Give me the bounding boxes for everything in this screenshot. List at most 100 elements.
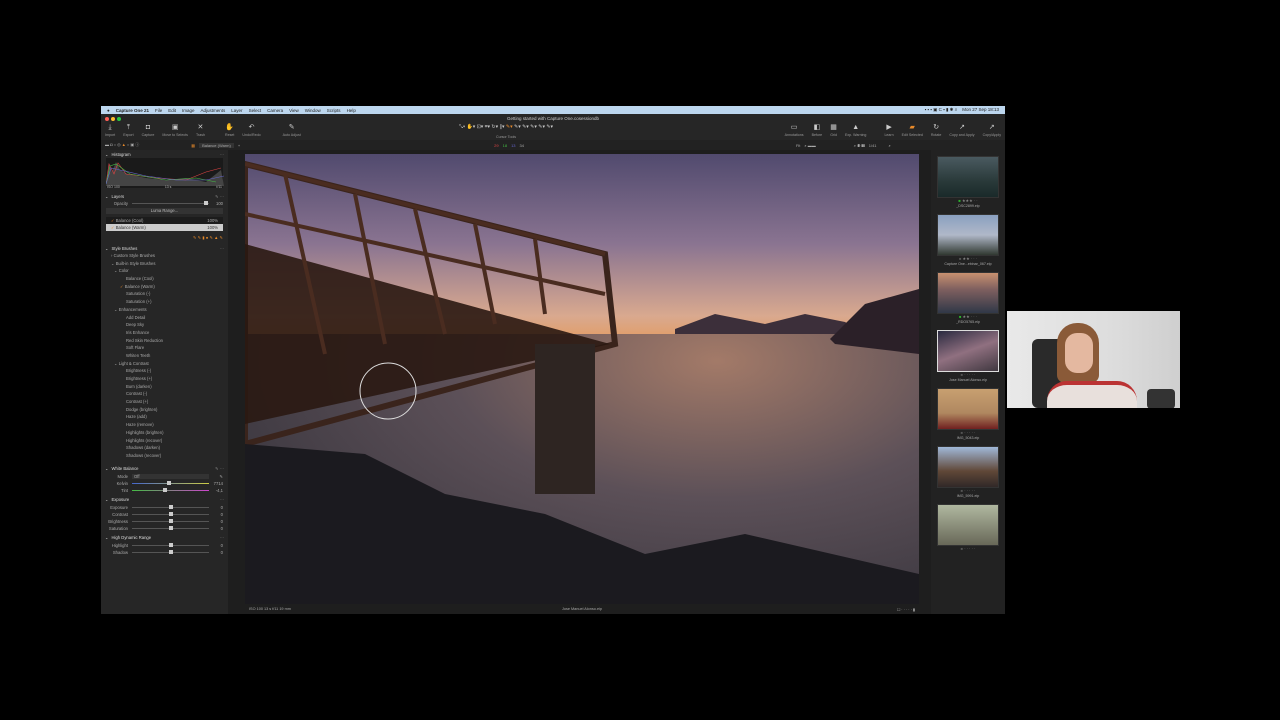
- brush-item[interactable]: Add Detail: [111, 314, 228, 322]
- layer-select[interactable]: Balance (Warm): [199, 142, 234, 148]
- edit-selected-button[interactable]: ▰ Edit Selected: [902, 124, 923, 137]
- brush-item[interactable]: Deep Sky: [111, 321, 228, 329]
- apple-icon[interactable]: ●: [107, 108, 110, 113]
- brush-item[interactable]: Shadows (darken): [111, 444, 228, 452]
- brush-item[interactable]: Highlights (recover): [111, 437, 228, 445]
- brush-group[interactable]: ⌄ Color: [111, 267, 228, 275]
- thumbnail[interactable]: ■ · · · · ·: [937, 504, 999, 552]
- adjustment-slider[interactable]: [132, 525, 209, 530]
- picker-icon[interactable]: ✎: [209, 474, 223, 479]
- import-button[interactable]: ⤓ Import: [105, 124, 115, 137]
- move-to-selects-button[interactable]: ▣ Move to Selects: [162, 124, 188, 137]
- slider-value[interactable]: 0: [209, 505, 223, 510]
- search-icon[interactable]: ⌕: [889, 143, 891, 148]
- viewer-controls[interactable]: ⌕ ◉ ❚❚: [854, 143, 865, 148]
- menu-scripts[interactable]: Scripts: [327, 108, 341, 113]
- kelvin-slider[interactable]: [132, 480, 209, 485]
- thumbnail-image[interactable]: [937, 214, 999, 256]
- menu-adjustments[interactable]: Adjustments: [201, 108, 226, 113]
- brush-group[interactable]: ⌄ Light & Contrast: [111, 360, 228, 368]
- slider-value[interactable]: 0: [209, 526, 223, 531]
- brush-item[interactable]: Contrast (-): [111, 390, 228, 398]
- brush-item[interactable]: Soft Flare: [111, 344, 228, 352]
- layer-tools[interactable]: ✎ ✎ ▮ ● ✎ ▲ ✎: [101, 234, 228, 241]
- thumbnail-image[interactable]: [937, 388, 999, 430]
- rating[interactable]: ■ · · · · ·: [937, 546, 999, 552]
- thumbnail[interactable]: ■ · · · · · IMG_5991.eip: [937, 446, 999, 498]
- menu-camera[interactable]: Camera: [267, 108, 283, 113]
- adjustment-slider[interactable]: [132, 542, 209, 547]
- brush-item[interactable]: Dodge (brighten): [111, 406, 228, 414]
- menu-view[interactable]: View: [289, 108, 299, 113]
- brush-group[interactable]: ⌄ Enhancements: [111, 306, 228, 314]
- zoom-slider[interactable]: ⌕ ▬▬: [804, 143, 815, 148]
- adjustment-slider[interactable]: [132, 549, 209, 554]
- annotations-button[interactable]: ▭ Annotations: [785, 124, 804, 137]
- adjustment-slider[interactable]: [132, 504, 209, 509]
- menu-layer[interactable]: Layer: [231, 108, 242, 113]
- brush-item[interactable]: Brightness (+): [111, 375, 228, 383]
- kelvin-value[interactable]: 7714: [209, 481, 223, 486]
- opacity-value[interactable]: 100: [209, 201, 223, 206]
- auto-adjust-button[interactable]: ✎ Auto Adjust: [283, 124, 301, 137]
- exp-warning-button[interactable]: ▲ Exp. Warning: [845, 124, 866, 137]
- brush-item[interactable]: Brightness (-): [111, 367, 228, 375]
- menu-help[interactable]: Help: [347, 108, 356, 113]
- brush-item[interactable]: ✓ Balance (Warm): [111, 283, 228, 291]
- brush-item[interactable]: Saturation (-): [111, 290, 228, 298]
- builtin-style-brushes[interactable]: ⌄ Built-in Style Brushes: [111, 260, 228, 268]
- brush-item[interactable]: Burn (darken): [111, 383, 228, 391]
- slider-value[interactable]: 0: [209, 543, 223, 548]
- brush-item[interactable]: Iris Enhance: [111, 329, 228, 337]
- export-button[interactable]: ⤒ Export: [123, 124, 133, 137]
- opacity-slider[interactable]: [132, 201, 209, 205]
- image-viewer[interactable]: [245, 154, 919, 604]
- thumbnail-image[interactable]: [937, 156, 999, 198]
- rotate-button[interactable]: ↻ Rotate: [931, 124, 942, 137]
- brush-item[interactable]: Contrast (+): [111, 398, 228, 406]
- thumbnail-image[interactable]: [937, 330, 999, 372]
- luma-range-button[interactable]: Luma Range...: [106, 208, 223, 214]
- tint-value[interactable]: -4,1: [209, 488, 223, 493]
- copy-apply2-button[interactable]: ↗ Copy/Apply: [983, 124, 1001, 137]
- thumbnail-image[interactable]: [937, 272, 999, 314]
- wb-mode-select[interactable]: Off: [132, 473, 209, 479]
- brush-item[interactable]: Highlights (brighten): [111, 429, 228, 437]
- thumbnail-image[interactable]: [937, 446, 999, 488]
- copy-apply-button[interactable]: ↗ Copy and Apply: [949, 124, 974, 137]
- brush-item[interactable]: Balance (Cool): [111, 275, 228, 283]
- layer-item[interactable]: ✓ Balance (Cool) 100%: [106, 217, 223, 224]
- adjustment-slider[interactable]: [132, 518, 209, 523]
- brush-item[interactable]: Haze (remove): [111, 421, 228, 429]
- fit-label[interactable]: Fit: [796, 143, 800, 148]
- reset-button[interactable]: ✋ Reset: [225, 124, 234, 137]
- brush-item[interactable]: Whiten Teeth: [111, 352, 228, 360]
- menu-window[interactable]: Window: [305, 108, 321, 113]
- learn-button[interactable]: ▶ Learn: [884, 124, 893, 137]
- menu-edit[interactable]: Edit: [168, 108, 176, 113]
- status-icons[interactable]: ▪ ▪ ▪ ▣ C ▪ ▮ ✱ ⌕: [925, 107, 958, 113]
- thumbnail[interactable]: ■ ★★★ · · _DSC2899.eip: [937, 156, 999, 208]
- thumbnail[interactable]: ■ ★★ · · · _RDO5765.eip: [937, 272, 999, 324]
- brush-item[interactable]: Shadows (recover): [111, 452, 228, 460]
- thumbnail-image[interactable]: [937, 504, 999, 546]
- before-button[interactable]: ◧ Before: [812, 124, 823, 137]
- slider-value[interactable]: 0: [209, 519, 223, 524]
- thumbnail[interactable]: ■ · · · · · Jose Manuel Alonso.eip: [937, 330, 999, 382]
- grid-button[interactable]: ▦ Grid: [830, 124, 837, 137]
- tint-slider[interactable]: [132, 487, 209, 492]
- thumbnail[interactable]: ■ · · · · · IMG_5043.eip: [937, 388, 999, 440]
- brush-item[interactable]: Haze (add): [111, 413, 228, 421]
- trash-button[interactable]: ✕ Trash: [196, 124, 205, 137]
- slider-value[interactable]: 0: [209, 512, 223, 517]
- cursor-tools-icons[interactable]: ⤡▾ ✋▾ ⊡▾ ⌗▾ ↻▾ ∥▾ ✎▾ ✎▾ ✎▾ ✎▾ ✎▾ ✎▾: [459, 124, 553, 131]
- grid-view-icon[interactable]: ▦: [191, 143, 195, 148]
- menu-app[interactable]: Capture One 21: [116, 108, 149, 113]
- brush-item[interactable]: Saturation (+): [111, 298, 228, 306]
- menu-file[interactable]: File: [155, 108, 162, 113]
- tool-tab-icons[interactable]: ▬ ◘ ○ ◎ ▲ ○ ▣ ⓘ: [105, 142, 139, 148]
- thumbnail[interactable]: ■ ★★ · · · Capture One...ebinar_067.eip: [937, 214, 999, 266]
- add-layer-icon[interactable]: +: [238, 143, 240, 148]
- slider-value[interactable]: 0: [209, 550, 223, 555]
- undo-redo-button[interactable]: ↶ Undo/Redo: [242, 124, 260, 137]
